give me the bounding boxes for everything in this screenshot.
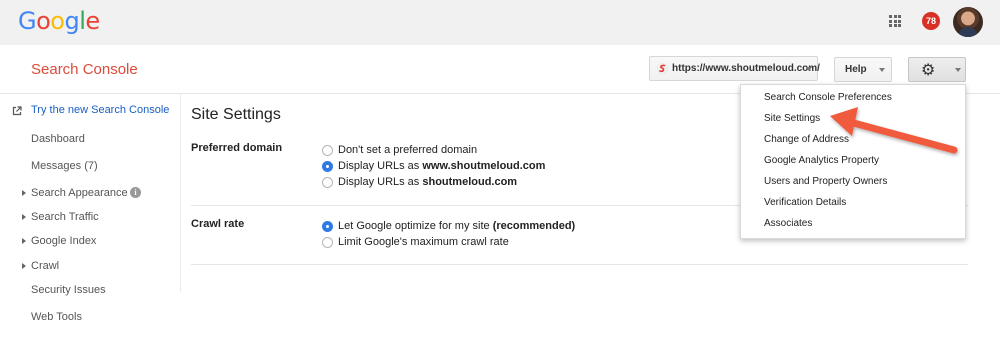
menu-item-associates[interactable]: Associates [764, 218, 812, 229]
expand-arrow-icon[interactable] [22, 238, 26, 244]
option-no-preferred-domain[interactable]: Don't set a preferred domain [338, 144, 477, 156]
option-text: Display URLs as [338, 160, 423, 172]
info-icon[interactable]: i [130, 187, 141, 198]
expand-arrow-icon[interactable] [22, 263, 26, 269]
sidebar-item-security-issues[interactable]: Security Issues [31, 284, 106, 296]
option-recommended: (recommended) [492, 220, 576, 232]
logo-letter: g [64, 7, 80, 35]
page-title: Site Settings [191, 106, 281, 123]
google-logo[interactable]: Google [18, 7, 100, 35]
logo-letter: G [18, 7, 37, 35]
annotation-arrow-icon [830, 107, 958, 154]
option-text: Display URLs as [338, 176, 423, 188]
sidebar-divider [180, 94, 181, 292]
try-new-console-link[interactable]: Try the new Search Console [31, 104, 169, 116]
radio-www-domain[interactable] [322, 161, 333, 172]
logo-letter: o [50, 7, 65, 35]
option-www-domain[interactable]: Display URLs as www.shoutmeloud.com [338, 160, 545, 172]
menu-item-site-settings[interactable]: Site Settings [764, 113, 820, 124]
radio-limit-crawl-rate[interactable] [322, 237, 333, 248]
notification-badge[interactable]: 78 [922, 12, 940, 30]
option-text: Don't set a preferred domain [338, 144, 478, 156]
chevron-down-icon [955, 68, 961, 72]
option-text: Let Google optimize for my site [338, 220, 493, 232]
sidebar-item-web-tools[interactable]: Web Tools [31, 311, 82, 323]
radio-google-optimize[interactable] [322, 221, 333, 232]
site-favicon-icon [657, 63, 668, 74]
expand-arrow-icon[interactable] [22, 190, 26, 196]
option-non-www-domain[interactable]: Display URLs as shoutmeloud.com [338, 176, 517, 188]
help-button[interactable]: Help [834, 57, 892, 82]
preferred-domain-label: Preferred domain [191, 142, 283, 154]
option-google-optimize[interactable]: Let Google optimize for my site (recomme… [338, 220, 575, 232]
option-limit-crawl-rate[interactable]: Limit Google's maximum crawl rate [338, 236, 509, 248]
chevron-down-icon [879, 68, 885, 72]
help-label: Help [845, 64, 867, 75]
sidebar-item-dashboard[interactable]: Dashboard [31, 133, 85, 145]
site-url: https://www.shoutmeloud.com/ [672, 63, 820, 74]
radio-non-www-domain[interactable] [322, 177, 333, 188]
menu-item-users-and-property-owners[interactable]: Users and Property Owners [764, 176, 887, 187]
expand-arrow-icon[interactable] [22, 214, 26, 220]
logo-letter: e [85, 7, 100, 35]
radio-no-preferred-domain[interactable] [322, 145, 333, 156]
site-selector-button[interactable]: https://www.shoutmeloud.com/ [649, 56, 820, 81]
grid-apps-icon[interactable] [889, 15, 901, 27]
sidebar-item-search-traffic[interactable]: Search Traffic [31, 211, 99, 223]
top-bar: Google 78 [0, 0, 1000, 45]
menu-item-verification-details[interactable]: Verification Details [764, 197, 846, 208]
option-domain: www.shoutmeloud.com [422, 160, 546, 172]
option-domain: shoutmeloud.com [422, 176, 518, 188]
product-title[interactable]: Search Console [31, 61, 138, 78]
sidebar-item-search-appearance[interactable]: Search Appearance [31, 187, 128, 199]
option-text: Limit Google's maximum crawl rate [338, 236, 509, 248]
chevron-down-icon [806, 67, 812, 71]
external-link-icon [12, 106, 22, 116]
gear-icon: ⚙ [921, 60, 936, 79]
sidebar-item-crawl[interactable]: Crawl [31, 260, 59, 272]
section-divider [191, 264, 968, 265]
sidebar-item-messages[interactable]: Messages (7) [31, 160, 98, 172]
settings-button[interactable]: ⚙ [908, 57, 966, 82]
user-avatar[interactable] [953, 7, 983, 37]
sidebar-item-google-index[interactable]: Google Index [31, 235, 96, 247]
crawl-rate-label: Crawl rate [191, 218, 245, 230]
logo-letter: o [36, 7, 51, 35]
